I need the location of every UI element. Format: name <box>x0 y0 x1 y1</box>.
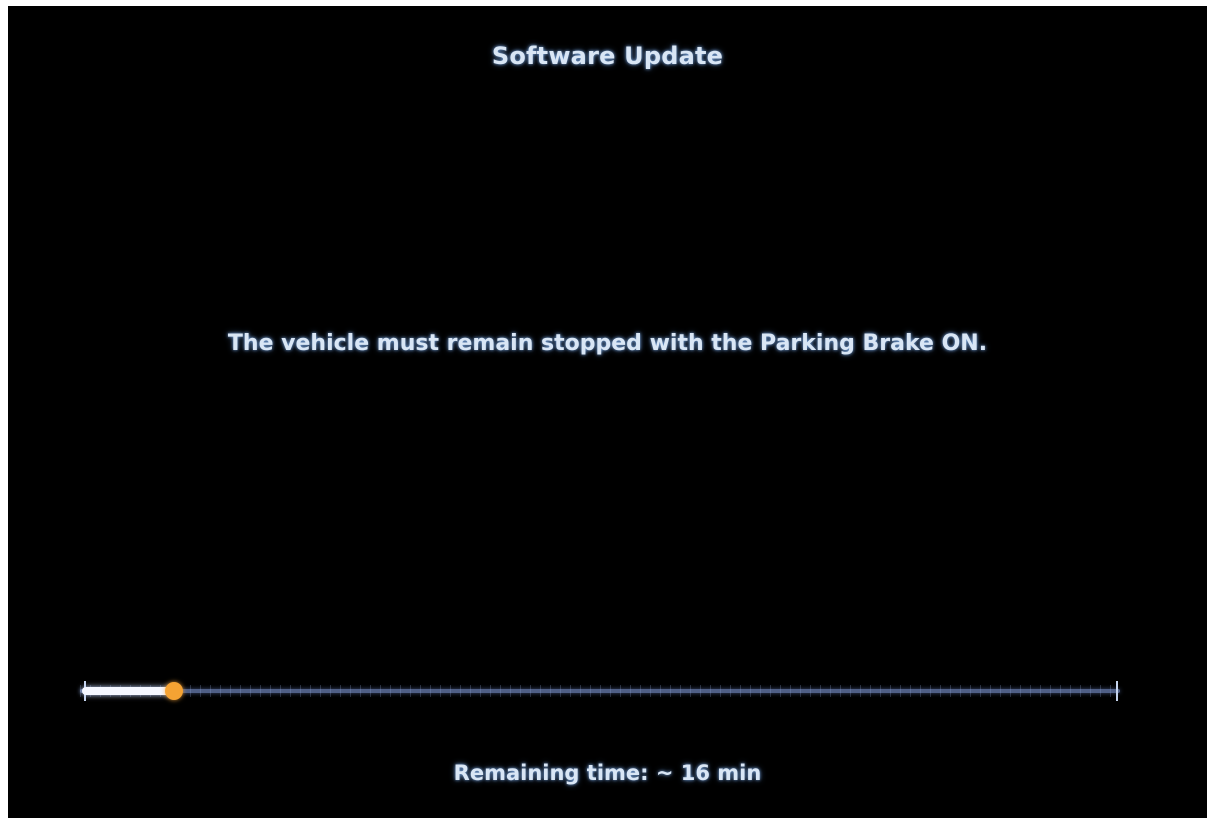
remaining-time-label: Remaining time: ~ 16 min <box>453 761 762 785</box>
update-screen: Software Update The vehicle must remain … <box>8 6 1207 818</box>
progress-indicator-dot <box>165 682 183 700</box>
update-progress-bar <box>80 677 1120 703</box>
parking-brake-message: The vehicle must remain stopped with the… <box>227 331 988 356</box>
progress-fill <box>82 687 174 695</box>
progress-ticks <box>80 685 1120 697</box>
progress-end-tick <box>1116 681 1118 701</box>
page-title: Software Update <box>491 42 724 70</box>
